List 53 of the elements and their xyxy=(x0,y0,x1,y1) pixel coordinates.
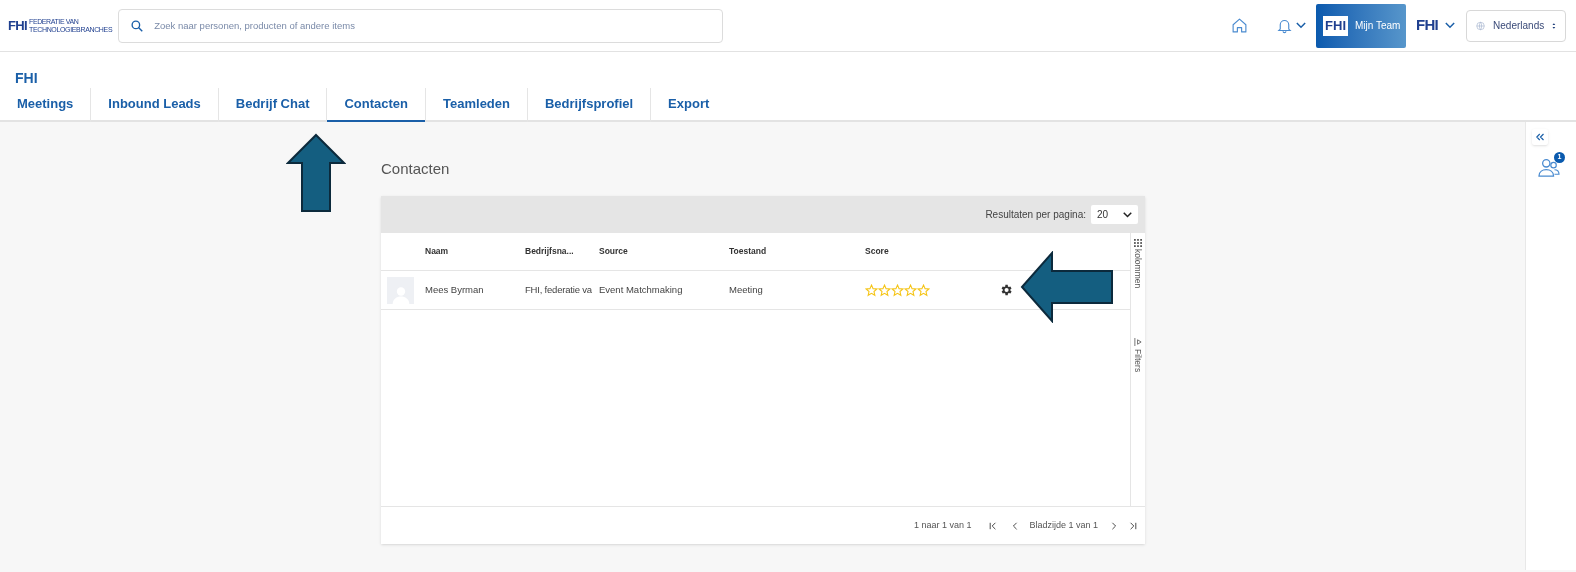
organization-menu[interactable]: FHI xyxy=(1416,14,1455,37)
page-size-select[interactable]: 20 xyxy=(1091,205,1138,224)
star-icon xyxy=(878,283,891,297)
globe-icon xyxy=(1476,19,1486,32)
team-logo: FHI xyxy=(1323,15,1349,36)
tab[interactable]: Meetings xyxy=(0,88,91,122)
chevron-down-icon xyxy=(1123,211,1132,218)
tab[interactable]: Teamleden xyxy=(426,88,527,122)
team-button[interactable]: FHI Mijn Team xyxy=(1316,3,1407,48)
bell-icon xyxy=(1276,17,1294,34)
search-icon xyxy=(131,19,144,32)
page-indicator: Bladzijde 1 van 1 xyxy=(1029,518,1098,532)
tab[interactable]: Bedrijfsprofiel xyxy=(528,88,651,122)
double-chevron-left-icon xyxy=(1535,133,1545,141)
users-icon[interactable] xyxy=(1538,157,1560,177)
tab[interactable]: Contacten xyxy=(327,88,426,122)
page-size-label: Resultaten per pagina: xyxy=(985,208,1086,222)
star-icon xyxy=(917,283,930,297)
star-icon xyxy=(904,283,917,297)
first-page-icon[interactable] xyxy=(989,521,998,530)
star-icon xyxy=(865,283,878,297)
search-field[interactable]: Zoek naar personen, producten of andere items xyxy=(118,8,724,43)
previous-page-icon[interactable] xyxy=(1011,521,1020,530)
tab[interactable]: Bedrijf Chat xyxy=(218,88,327,122)
columns-panel-tab[interactable]: kolommen xyxy=(1131,239,1145,289)
notifications-button[interactable] xyxy=(1276,17,1307,34)
home-icon[interactable] xyxy=(1231,17,1249,34)
chevron-down-icon xyxy=(1445,22,1455,29)
filter-icon xyxy=(1134,338,1142,347)
table-cell: FHI, federatie va xyxy=(525,283,592,295)
tab[interactable]: Inbound Leads xyxy=(91,88,218,122)
column-header[interactable]: Naam xyxy=(425,246,449,257)
column-header[interactable]: Toestand xyxy=(729,246,767,257)
language-select[interactable]: Nederlands xyxy=(1466,9,1566,42)
column-header[interactable]: Source xyxy=(599,246,628,257)
logo-mark: FHI xyxy=(8,16,27,35)
section-title: Contacten xyxy=(381,159,450,179)
page-title: FHI xyxy=(15,69,38,88)
grid-icon xyxy=(1134,239,1142,247)
tab[interactable]: Export xyxy=(651,88,727,122)
table-cell: Mees Byrman xyxy=(425,283,484,295)
next-page-icon[interactable] xyxy=(1110,521,1118,530)
last-page-icon[interactable] xyxy=(1129,521,1137,530)
settings-icon[interactable] xyxy=(999,283,1013,297)
table-cell: Meeting xyxy=(729,283,763,295)
table-cell: Event Matchmaking xyxy=(599,283,683,295)
collapse-button[interactable] xyxy=(1532,129,1548,145)
star-icon xyxy=(891,283,904,297)
column-header[interactable]: Bedrijfsna... xyxy=(525,246,574,257)
results-summary: 1 naar 1 van 1 xyxy=(913,518,972,532)
chevron-down-icon xyxy=(1296,22,1307,29)
filters-panel-tab[interactable]: Filters xyxy=(1131,338,1145,373)
column-header[interactable]: Score xyxy=(865,246,889,257)
